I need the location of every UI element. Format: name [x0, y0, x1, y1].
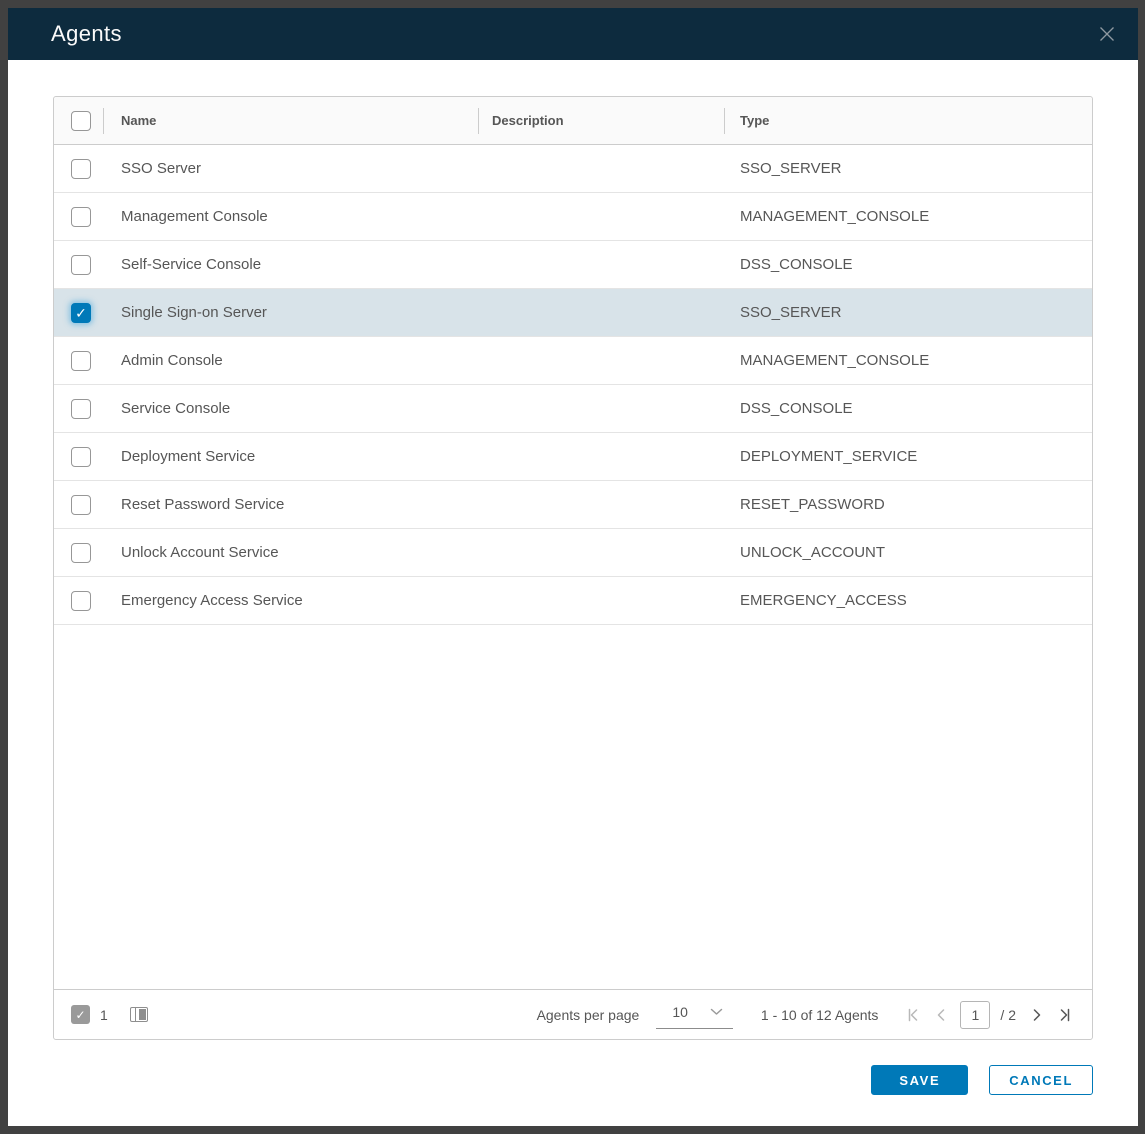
row-checkbox[interactable]: [71, 159, 91, 179]
save-button[interactable]: SAVE: [871, 1065, 968, 1095]
column-header-label: Description: [492, 113, 564, 128]
chevron-down-icon: [710, 1008, 723, 1016]
table-row[interactable]: Admin Console MANAGEMENT_CONSOLE: [54, 337, 1092, 385]
table-row[interactable]: Self-Service Console DSS_CONSOLE: [54, 241, 1092, 289]
select-all-cell: [54, 97, 103, 144]
datagrid-footer: ✓ 1 Agents per page 10 1 - 10 of 12 Agen…: [54, 989, 1092, 1039]
row-name: Admin Console: [103, 352, 478, 369]
column-header-description: Description: [478, 97, 724, 144]
row-checkbox[interactable]: [71, 447, 91, 467]
row-checkbox[interactable]: ✓: [71, 303, 91, 323]
row-checkbox[interactable]: [71, 543, 91, 563]
agents-dialog: Agents Name Description: [8, 8, 1138, 1126]
column-header-type: Type: [724, 97, 1092, 144]
first-page-button[interactable]: [902, 1004, 924, 1026]
row-type: DSS_CONSOLE: [724, 256, 1092, 273]
row-type: MANAGEMENT_CONSOLE: [724, 208, 1092, 225]
previous-page-button[interactable]: [930, 1004, 952, 1026]
row-checkbox-cell: [54, 495, 103, 515]
row-checkbox[interactable]: [71, 495, 91, 515]
select-all-checkbox[interactable]: [71, 111, 91, 131]
cancel-button[interactable]: CANCEL: [989, 1065, 1093, 1095]
page-total-text: / 2: [1000, 1007, 1016, 1023]
close-button[interactable]: [1092, 19, 1122, 49]
row-checkbox[interactable]: [71, 351, 91, 371]
selected-count: 1: [100, 1007, 108, 1023]
row-checkbox[interactable]: [71, 591, 91, 611]
row-type: UNLOCK_ACCOUNT: [724, 544, 1092, 561]
row-type: SSO_SERVER: [724, 304, 1092, 321]
first-page-icon: [905, 1007, 921, 1023]
row-checkbox[interactable]: [71, 255, 91, 275]
last-page-button[interactable]: [1054, 1004, 1076, 1026]
dialog-actions: SAVE CANCEL: [53, 1065, 1093, 1095]
close-icon: [1096, 23, 1118, 45]
row-checkbox-cell: [54, 447, 103, 467]
row-name: Reset Password Service: [103, 496, 478, 513]
row-checkbox-cell: [54, 351, 103, 371]
row-type: EMERGENCY_ACCESS: [724, 592, 1092, 609]
table-row[interactable]: Deployment Service DEPLOYMENT_SERVICE: [54, 433, 1092, 481]
row-name: Single Sign-on Server: [103, 304, 478, 321]
table-row[interactable]: Reset Password Service RESET_PASSWORD: [54, 481, 1092, 529]
column-header-label: Name: [121, 113, 156, 128]
page-input[interactable]: [960, 1001, 990, 1029]
row-type: SSO_SERVER: [724, 160, 1092, 177]
dialog-title: Agents: [51, 21, 1092, 47]
table-row[interactable]: SSO Server SSO_SERVER: [54, 145, 1092, 193]
table-row[interactable]: Service Console DSS_CONSOLE: [54, 385, 1092, 433]
dialog-body: Name Description Type SSO Server SSO_SER…: [8, 60, 1138, 1126]
table-row[interactable]: Management Console MANAGEMENT_CONSOLE: [54, 193, 1092, 241]
row-name: Self-Service Console: [103, 256, 478, 273]
row-checkbox-cell: [54, 543, 103, 563]
row-checkbox-cell: [54, 255, 103, 275]
row-checkbox-cell: [54, 591, 103, 611]
pagination-range-text: 1 - 10 of 12 Agents: [761, 1007, 879, 1023]
row-type: DSS_CONSOLE: [724, 400, 1092, 417]
row-checkbox-cell: [54, 159, 103, 179]
last-page-icon: [1057, 1007, 1073, 1023]
per-page-label: Agents per page: [537, 1007, 640, 1023]
row-type: RESET_PASSWORD: [724, 496, 1092, 513]
row-name: Emergency Access Service: [103, 592, 478, 609]
row-name: Deployment Service: [103, 448, 478, 465]
pagination-controls: / 2: [902, 1001, 1076, 1029]
check-icon: ✓: [75, 1009, 85, 1021]
row-checkbox-cell: [54, 207, 103, 227]
row-checkbox[interactable]: [71, 207, 91, 227]
row-name: Unlock Account Service: [103, 544, 478, 561]
column-toggle-icon[interactable]: [130, 1007, 148, 1022]
dialog-header: Agents: [8, 8, 1138, 60]
chevron-left-icon: [933, 1007, 949, 1023]
datagrid-empty-area: [54, 625, 1092, 989]
agents-datagrid: Name Description Type SSO Server SSO_SER…: [53, 96, 1093, 1040]
per-page-value: 10: [672, 1004, 688, 1020]
row-checkbox[interactable]: [71, 399, 91, 419]
column-header-label: Type: [740, 113, 769, 128]
table-row[interactable]: Emergency Access Service EMERGENCY_ACCES…: [54, 577, 1092, 625]
row-type: DEPLOYMENT_SERVICE: [724, 448, 1092, 465]
chevron-right-icon: [1029, 1007, 1045, 1023]
table-row[interactable]: Unlock Account Service UNLOCK_ACCOUNT: [54, 529, 1092, 577]
check-icon: ✓: [75, 306, 87, 320]
row-name: Service Console: [103, 400, 478, 417]
row-type: MANAGEMENT_CONSOLE: [724, 352, 1092, 369]
next-page-button[interactable]: [1026, 1004, 1048, 1026]
row-checkbox-cell: ✓: [54, 303, 103, 323]
per-page-select[interactable]: 10: [656, 1000, 733, 1029]
datagrid-header-row: Name Description Type: [54, 97, 1092, 145]
table-row[interactable]: ✓ Single Sign-on Server SSO_SERVER: [54, 289, 1092, 337]
column-header-name: Name: [103, 97, 478, 144]
row-checkbox-cell: [54, 399, 103, 419]
row-name: Management Console: [103, 208, 478, 225]
row-name: SSO Server: [103, 160, 478, 177]
selection-indicator-checkbox[interactable]: ✓: [71, 1005, 90, 1024]
